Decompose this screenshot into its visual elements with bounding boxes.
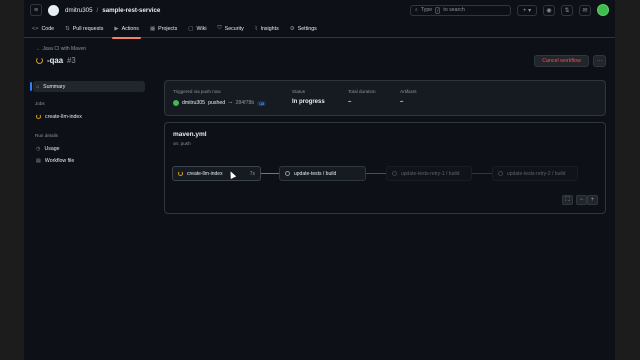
job-node[interactable]: create-llm-index 7s [172, 166, 261, 181]
commit-icon: ⊸ [228, 100, 233, 106]
job-connector [366, 173, 386, 174]
home-icon: ⌂ [36, 83, 40, 90]
trigger-caption: Triggered via push now [173, 89, 221, 94]
pull-requests-icon[interactable]: ⇅ [561, 4, 573, 16]
workflow-graph-card: maven.yml on: push create-llm-index 7s u… [164, 122, 606, 214]
run-summary-card: Triggered via push now dmitru305 pushed … [164, 80, 606, 116]
back-link[interactable]: ← Java CI with Maven [36, 46, 86, 52]
in-progress-icon [36, 57, 43, 64]
tab-actions[interactable]: ▶ Actions [112, 20, 141, 39]
tab-insights[interactable]: ⌇ Insights [255, 20, 279, 38]
repo-link[interactable]: sample-rest-service [102, 7, 160, 14]
search-icon: ⌕ [415, 6, 418, 13]
graph-icon: ⌇ [254, 25, 258, 32]
tab-pull-requests[interactable]: ⇅ Pull requests [65, 20, 103, 38]
status-value: In progress [292, 99, 325, 105]
tab-settings[interactable]: ⚙ Settings [290, 20, 317, 38]
in-progress-icon [178, 171, 183, 176]
gear-icon: ⚙ [289, 25, 295, 32]
table-icon: ▦ [149, 25, 156, 32]
issues-icon[interactable]: ◉ [543, 4, 555, 16]
pending-icon [498, 171, 503, 176]
tab-wiki[interactable]: ▢ Wiki [188, 20, 206, 38]
file-icon: ▤ [36, 157, 41, 164]
run-number: #3 [67, 56, 76, 65]
duration-caption: Total duration [348, 89, 376, 94]
sidebar-item-workflow-file[interactable]: ▤ Workflow file [33, 155, 145, 166]
page-title: -qaa #3 [36, 56, 76, 65]
breadcrumb: dmitru305 / sample-rest-service [65, 7, 160, 14]
play-icon: ▶ [114, 25, 119, 32]
code-icon: <> [32, 25, 39, 32]
clock-icon: ◷ [36, 145, 41, 152]
tab-code[interactable]: <> Code [32, 20, 54, 38]
cancel-workflow-button[interactable]: Cancel workflow [534, 55, 589, 67]
browser-window: ≡ dmitru305 / sample-rest-service ⌕ Type… [24, 0, 615, 360]
job-node[interactable]: update-tests-retry-2 / build [492, 166, 578, 181]
job-connector [261, 173, 279, 174]
sidebar-item-job[interactable]: create-llm-index [33, 111, 145, 122]
actor-link[interactable]: dmitru305 [182, 100, 205, 106]
job-node[interactable]: update-tests-retry-1 / build [386, 166, 472, 181]
inbox-icon[interactable]: ✉ [579, 4, 591, 16]
plus-icon: + ▾ [522, 7, 532, 14]
duration-value: – [348, 99, 352, 105]
run-details-heading: Run details [35, 133, 58, 138]
job-node[interactable]: update-tests / build [279, 166, 366, 181]
zoom-out-button[interactable]: − [576, 195, 587, 205]
workflow-trigger: on: push [173, 141, 191, 146]
search-input[interactable]: ⌕ Type / to search [410, 4, 511, 16]
branch-badge[interactable]: qa [257, 100, 267, 106]
breadcrumb-separator: / [96, 6, 99, 14]
create-new-button[interactable]: + ▾ [517, 4, 537, 16]
github-logo-icon[interactable] [48, 4, 59, 16]
status-caption: Status [292, 89, 306, 94]
pending-icon [392, 171, 397, 176]
artifacts-value: – [400, 99, 404, 105]
sidebar-item-usage[interactable]: ◷ Usage [33, 143, 145, 154]
shield-icon: ⛉ [217, 25, 222, 31]
more-options-button[interactable]: ··· [593, 55, 606, 67]
search-shortcut-key: / [435, 6, 441, 14]
queued-icon [285, 171, 290, 176]
global-header: ≡ dmitru305 / sample-rest-service ⌕ Type… [24, 0, 615, 20]
sidebar-item-summary[interactable]: ⌂ Summary [30, 81, 145, 92]
owner-link[interactable]: dmitru305 [65, 7, 93, 14]
repo-tabs: <> Code ⇅ Pull requests ▶ Actions ▦ Projects… [24, 20, 615, 39]
artifacts-caption: Artifacts [400, 89, 417, 94]
zoom-fit-button[interactable]: ⛶ [562, 195, 573, 205]
actor-avatar [173, 100, 179, 106]
pull-request-icon: ⇅ [65, 25, 70, 32]
job-connector [472, 173, 492, 174]
job-duration: 7s [249, 170, 255, 177]
jobs-heading: Jobs [35, 101, 45, 106]
in-progress-icon [36, 114, 41, 119]
commit-sha[interactable]: 284f78b [235, 100, 254, 106]
menu-icon[interactable]: ≡ [30, 4, 42, 16]
trigger-info: dmitru305 pushed ⊸ 284f78b qa [173, 100, 267, 106]
avatar[interactable] [597, 4, 609, 16]
workflow-file-name: maven.yml [173, 131, 207, 138]
zoom-in-button[interactable]: + [587, 195, 598, 205]
book-icon: ▢ [188, 25, 194, 32]
tab-security[interactable]: ⛉ Security [218, 20, 244, 38]
tab-projects[interactable]: ▦ Projects [150, 20, 177, 38]
